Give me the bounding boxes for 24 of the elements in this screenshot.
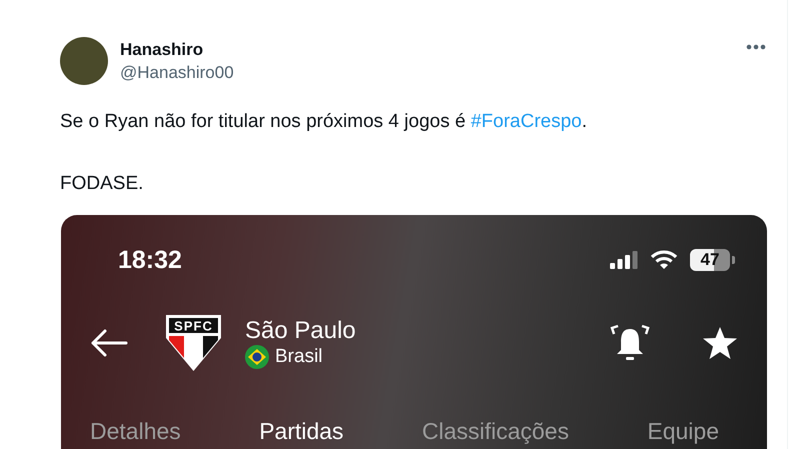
country-name: Brasil (275, 345, 323, 369)
author-name[interactable]: Hanashiro (120, 39, 234, 61)
bell-icon[interactable] (610, 324, 650, 362)
back-arrow-icon[interactable] (90, 329, 128, 357)
author-handle: @Hanashiro00 (120, 62, 234, 84)
tab[interactable]: Classificações (422, 416, 569, 446)
tweet-text: FODASE. (60, 172, 144, 196)
wifi-icon (650, 250, 678, 270)
status-time: 18:32 (118, 246, 183, 274)
crest-lettering: SPFC (174, 318, 213, 334)
more-icon[interactable] (746, 44, 766, 50)
battery-indicator: 47 (690, 249, 735, 271)
app-screenshot[interactable]: 18:32 47 SPFC São Paulo Brasil Detalhes Partidas Classificações Equipe (61, 215, 767, 449)
tab[interactable]: Partidas (259, 416, 344, 446)
flag-icon (245, 345, 269, 369)
hashtag-link[interactable]: #ForaCrespo (470, 111, 582, 132)
star-icon[interactable] (702, 326, 738, 360)
tab[interactable]: Detalhes (90, 416, 181, 446)
tweet-text: Se o Ryan não for titular nos próximos 4 jogos é #ForaCrespo. (60, 110, 588, 134)
team-name: São Paulo (245, 317, 357, 345)
signal-icon (610, 251, 638, 269)
avatar-photo[interactable] (60, 37, 108, 85)
crest-shield-drawing (166, 315, 221, 371)
tab[interactable]: Equipe (647, 416, 719, 446)
